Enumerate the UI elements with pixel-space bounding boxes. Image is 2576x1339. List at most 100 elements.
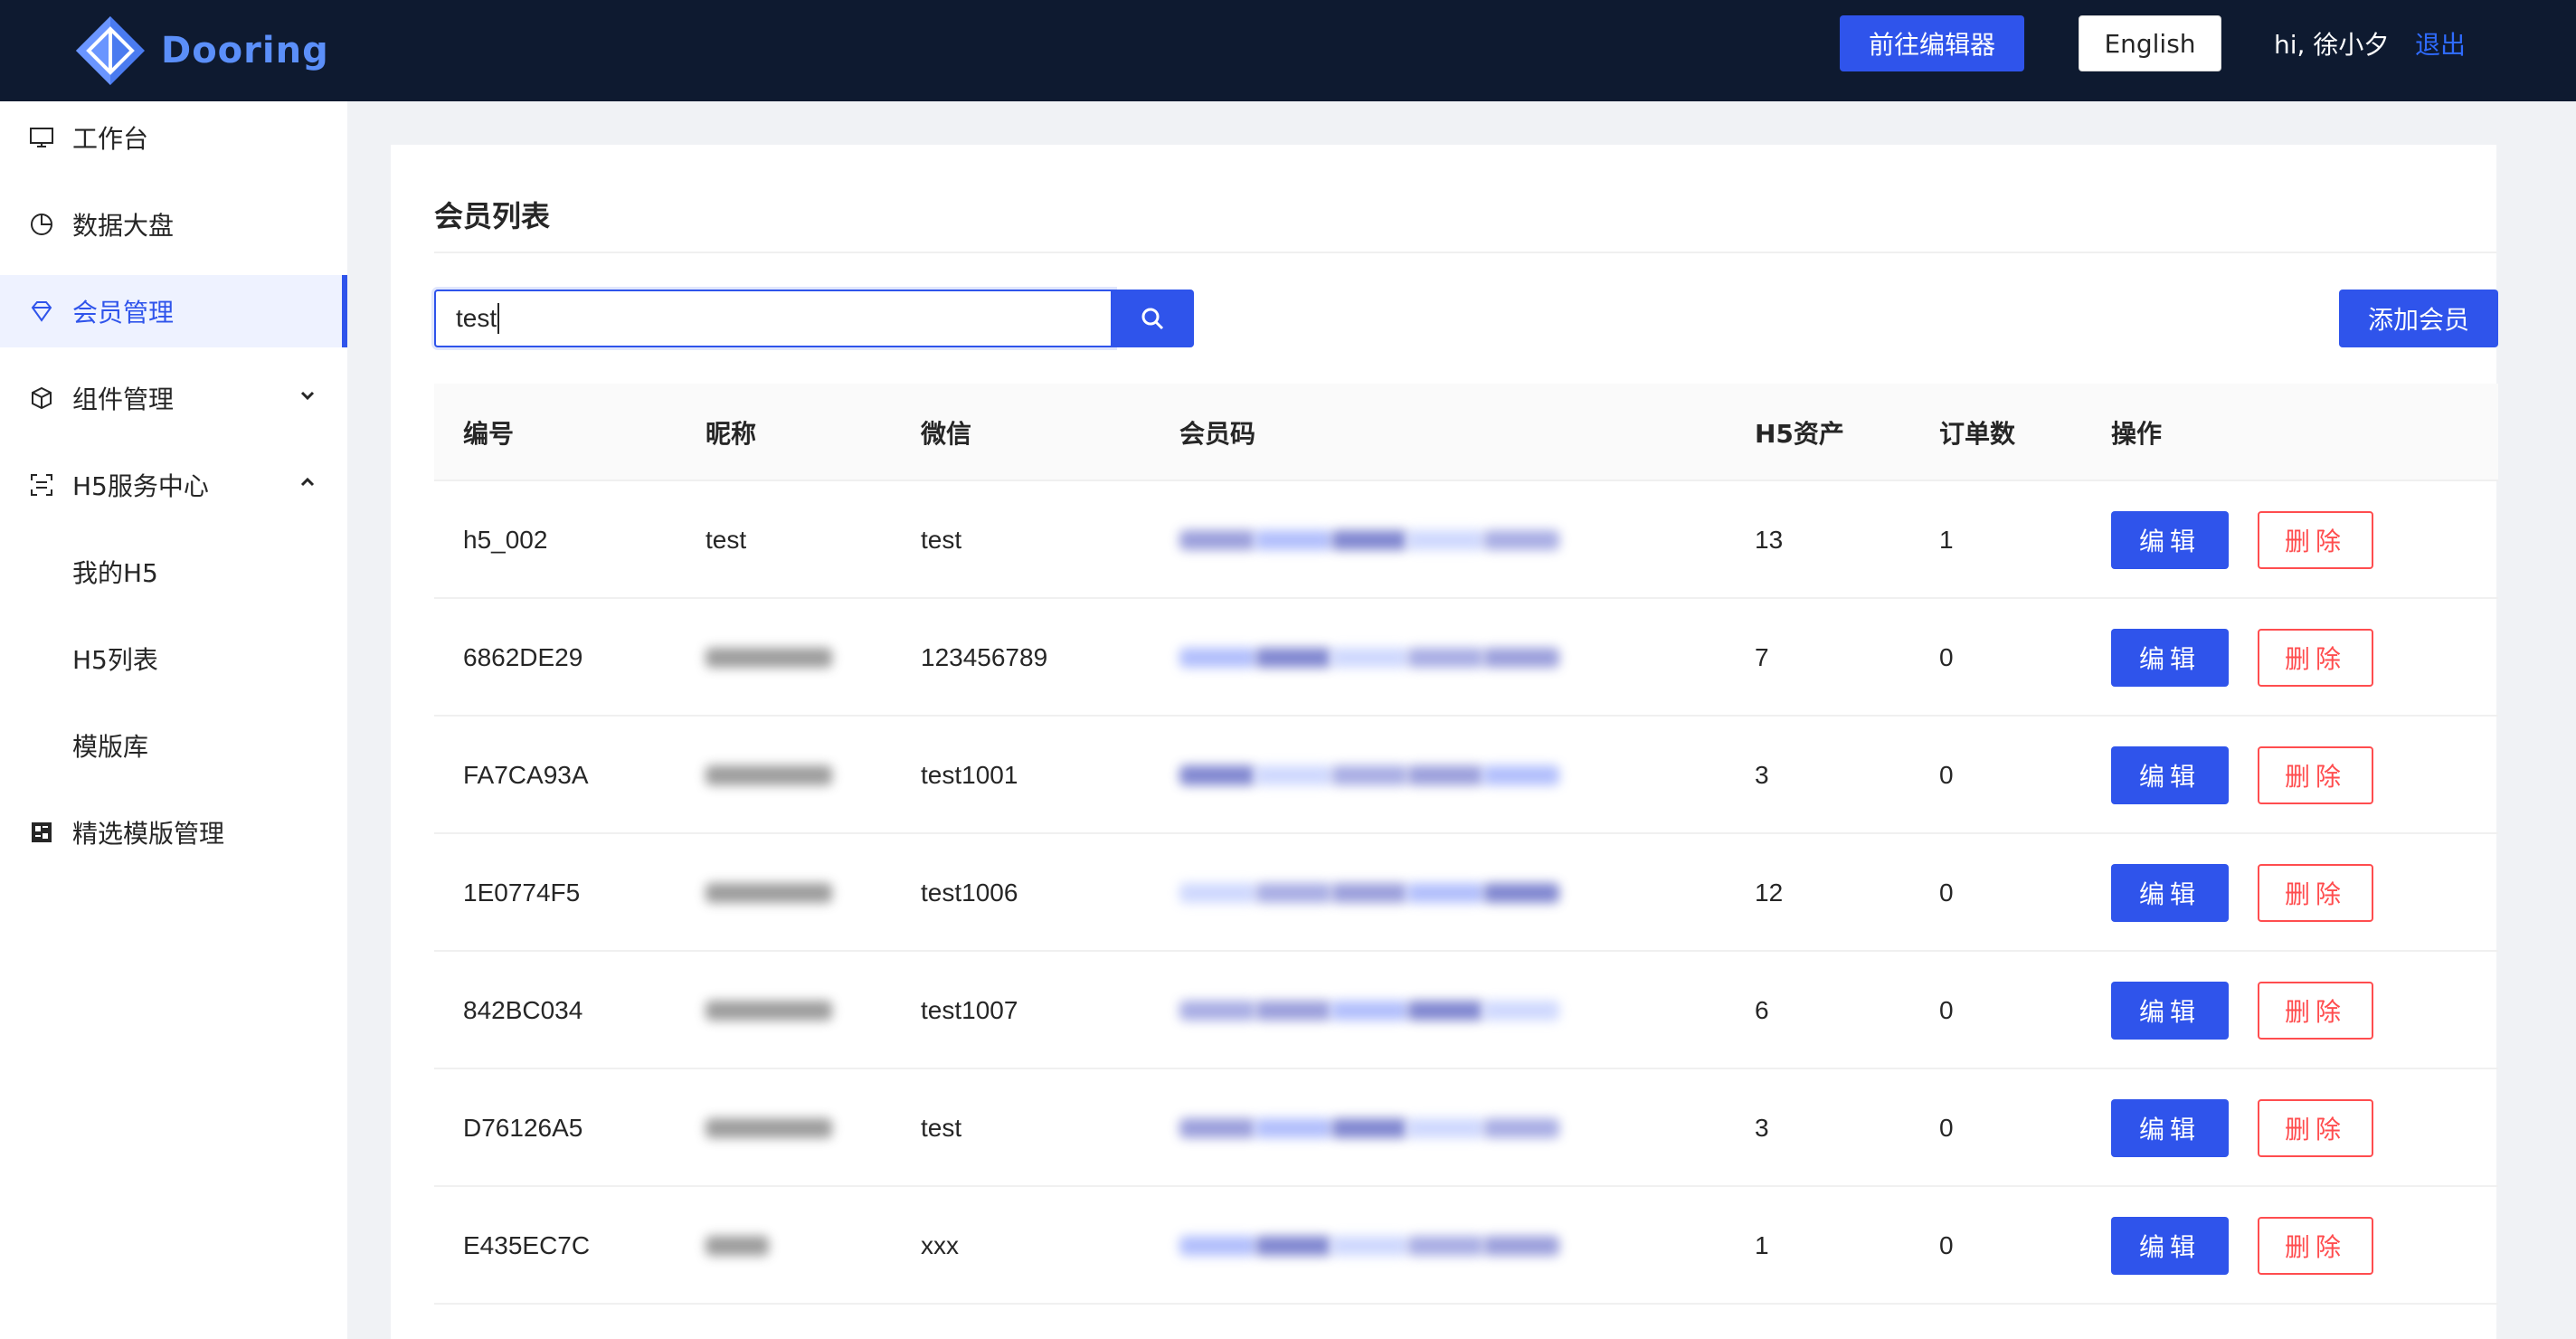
sidebar-item-featured-templates[interactable]: 精选模版管理: [0, 796, 347, 869]
dooring-logo-icon: [76, 16, 145, 85]
redacted-member-code: [1179, 530, 1559, 550]
sidebar-item-components[interactable]: 组件管理: [0, 362, 347, 434]
table-row: 6862DE29 123456789 7 0 编辑 删除: [434, 599, 2498, 717]
column-header-member-code: 会员码: [1179, 419, 1256, 449]
edit-button[interactable]: 编辑: [2111, 1099, 2229, 1157]
cell-wechat: test1006: [921, 878, 1018, 907]
cell-h5-assets: 6: [1755, 996, 1769, 1024]
pie-chart-icon: [29, 212, 54, 237]
appstore-icon: [29, 820, 54, 845]
divider: [434, 252, 2496, 253]
cell-member-code: [1179, 599, 1559, 717]
delete-button[interactable]: 删除: [2258, 511, 2373, 569]
redacted-member-code: [1179, 648, 1559, 668]
sidebar-item-label: 会员管理: [72, 298, 175, 328]
table-row: FA7CA93A test1001 3 0 编辑 删除: [434, 717, 2498, 834]
cell-member-code: [1179, 1187, 1559, 1305]
sidebar-item-members[interactable]: 会员管理: [0, 275, 347, 347]
cell-member-code: [1179, 481, 1559, 599]
go-to-editor-button[interactable]: 前往编辑器: [1840, 15, 2024, 71]
redacted-nickname: [706, 648, 832, 668]
add-member-button[interactable]: 添加会员: [2339, 290, 2498, 347]
cell-nickname: [706, 1069, 832, 1187]
cell-orders: 0: [1939, 761, 1954, 789]
delete-button[interactable]: 删除: [2258, 746, 2373, 804]
sidebar-item-workbench[interactable]: 工作台: [0, 101, 347, 174]
cell-nickname: [706, 834, 832, 952]
sidebar: 工作台 数据大盘 会员管理 组件管理 H5服务中心 我的H5 H5列表 模版库 …: [0, 101, 347, 1339]
member-list-card: 会员列表 test 添加会员 编号 昵称 微信 会员码 H5资产 订单数 操作 …: [391, 145, 2498, 1339]
cell-member-code: [1179, 717, 1559, 834]
monitor-icon: [29, 125, 54, 150]
scan-icon: [29, 472, 54, 498]
cell-h5-assets: 7: [1755, 643, 1769, 671]
table-row: E435EC7C xxx 1 0 编辑 删除: [434, 1187, 2498, 1305]
edit-button[interactable]: 编辑: [2111, 982, 2229, 1040]
cell-nickname: [706, 717, 832, 834]
sidebar-item-h5-list[interactable]: H5列表: [0, 622, 347, 695]
sidebar-item-label: 组件管理: [72, 385, 175, 414]
cell-nickname: [706, 952, 832, 1069]
text-caret: [497, 303, 500, 334]
cell-h5-assets: 1: [1755, 1231, 1769, 1259]
sidebar-item-label: H5服务中心: [72, 471, 209, 501]
redacted-nickname: [706, 1236, 769, 1256]
cell-wechat: test: [921, 1114, 962, 1142]
sidebar-item-template-library[interactable]: 模版库: [0, 709, 347, 782]
redacted-nickname: [706, 1118, 832, 1138]
redacted-nickname: [706, 1001, 832, 1021]
cell-member-code: [1179, 834, 1559, 952]
sidebar-item-h5-service[interactable]: H5服务中心: [0, 449, 347, 521]
search-input[interactable]: test: [434, 290, 1114, 347]
cell-orders: 0: [1939, 996, 1954, 1024]
cell-h5-assets: 3: [1755, 761, 1769, 789]
column-header-wechat: 微信: [921, 419, 972, 449]
page-title: 会员列表: [434, 199, 551, 233]
redacted-nickname: [706, 765, 832, 785]
search-button[interactable]: [1111, 290, 1194, 347]
redacted-member-code: [1179, 1236, 1559, 1256]
language-switch-button[interactable]: English: [2079, 15, 2221, 71]
cell-id: 842BC034: [463, 996, 583, 1024]
delete-button[interactable]: 删除: [2258, 864, 2373, 922]
delete-button[interactable]: 删除: [2258, 982, 2373, 1040]
cell-orders: 0: [1939, 643, 1954, 671]
edit-button[interactable]: 编辑: [2111, 864, 2229, 922]
table-row: 842BC034 test1007 6 0 编辑 删除: [434, 952, 2498, 1069]
redacted-member-code: [1179, 1118, 1559, 1138]
sidebar-item-label: 数据大盘: [72, 211, 175, 241]
sidebar-item-dashboard[interactable]: 数据大盘: [0, 188, 347, 261]
cell-wechat: test: [921, 526, 962, 554]
column-header-actions: 操作: [2111, 419, 2163, 449]
cell-nickname: [706, 599, 832, 717]
cell-orders: 0: [1939, 1231, 1954, 1259]
table-row: h5_002 test test 13 1 编辑 删除: [434, 481, 2498, 599]
cell-h5-assets: 13: [1755, 526, 1784, 554]
sidebar-item-my-h5[interactable]: 我的H5: [0, 536, 347, 608]
edit-button[interactable]: 编辑: [2111, 511, 2229, 569]
sidebar-item-label: 工作台: [72, 124, 149, 154]
cell-wechat: xxx: [921, 1231, 959, 1259]
cell-orders: 1: [1939, 526, 1954, 554]
sidebar-item-label: 我的H5: [72, 558, 158, 588]
cell-nickname: [706, 1187, 769, 1305]
redacted-member-code: [1179, 883, 1559, 903]
delete-button[interactable]: 删除: [2258, 1217, 2373, 1275]
delete-button[interactable]: 删除: [2258, 1099, 2373, 1157]
sidebar-item-label: H5列表: [72, 645, 158, 675]
cell-orders: 0: [1939, 1114, 1954, 1142]
cell-id: 1E0774F5: [463, 878, 581, 907]
column-header-orders: 订单数: [1939, 419, 2016, 449]
edit-button[interactable]: 编辑: [2111, 629, 2229, 687]
edit-button[interactable]: 编辑: [2111, 746, 2229, 804]
cell-h5-assets: 3: [1755, 1114, 1769, 1142]
edit-button[interactable]: 编辑: [2111, 1217, 2229, 1275]
logout-link[interactable]: 退出: [2415, 25, 2466, 62]
logo[interactable]: Dooring: [72, 7, 329, 94]
delete-button[interactable]: 删除: [2258, 629, 2373, 687]
cell-nickname: test: [706, 526, 747, 554]
chevron-up-icon: [298, 473, 317, 497]
sidebar-item-label: 精选模版管理: [72, 819, 225, 849]
user-greeting: hi, 徐小夕: [2274, 30, 2390, 60]
cell-id: FA7CA93A: [463, 761, 589, 789]
